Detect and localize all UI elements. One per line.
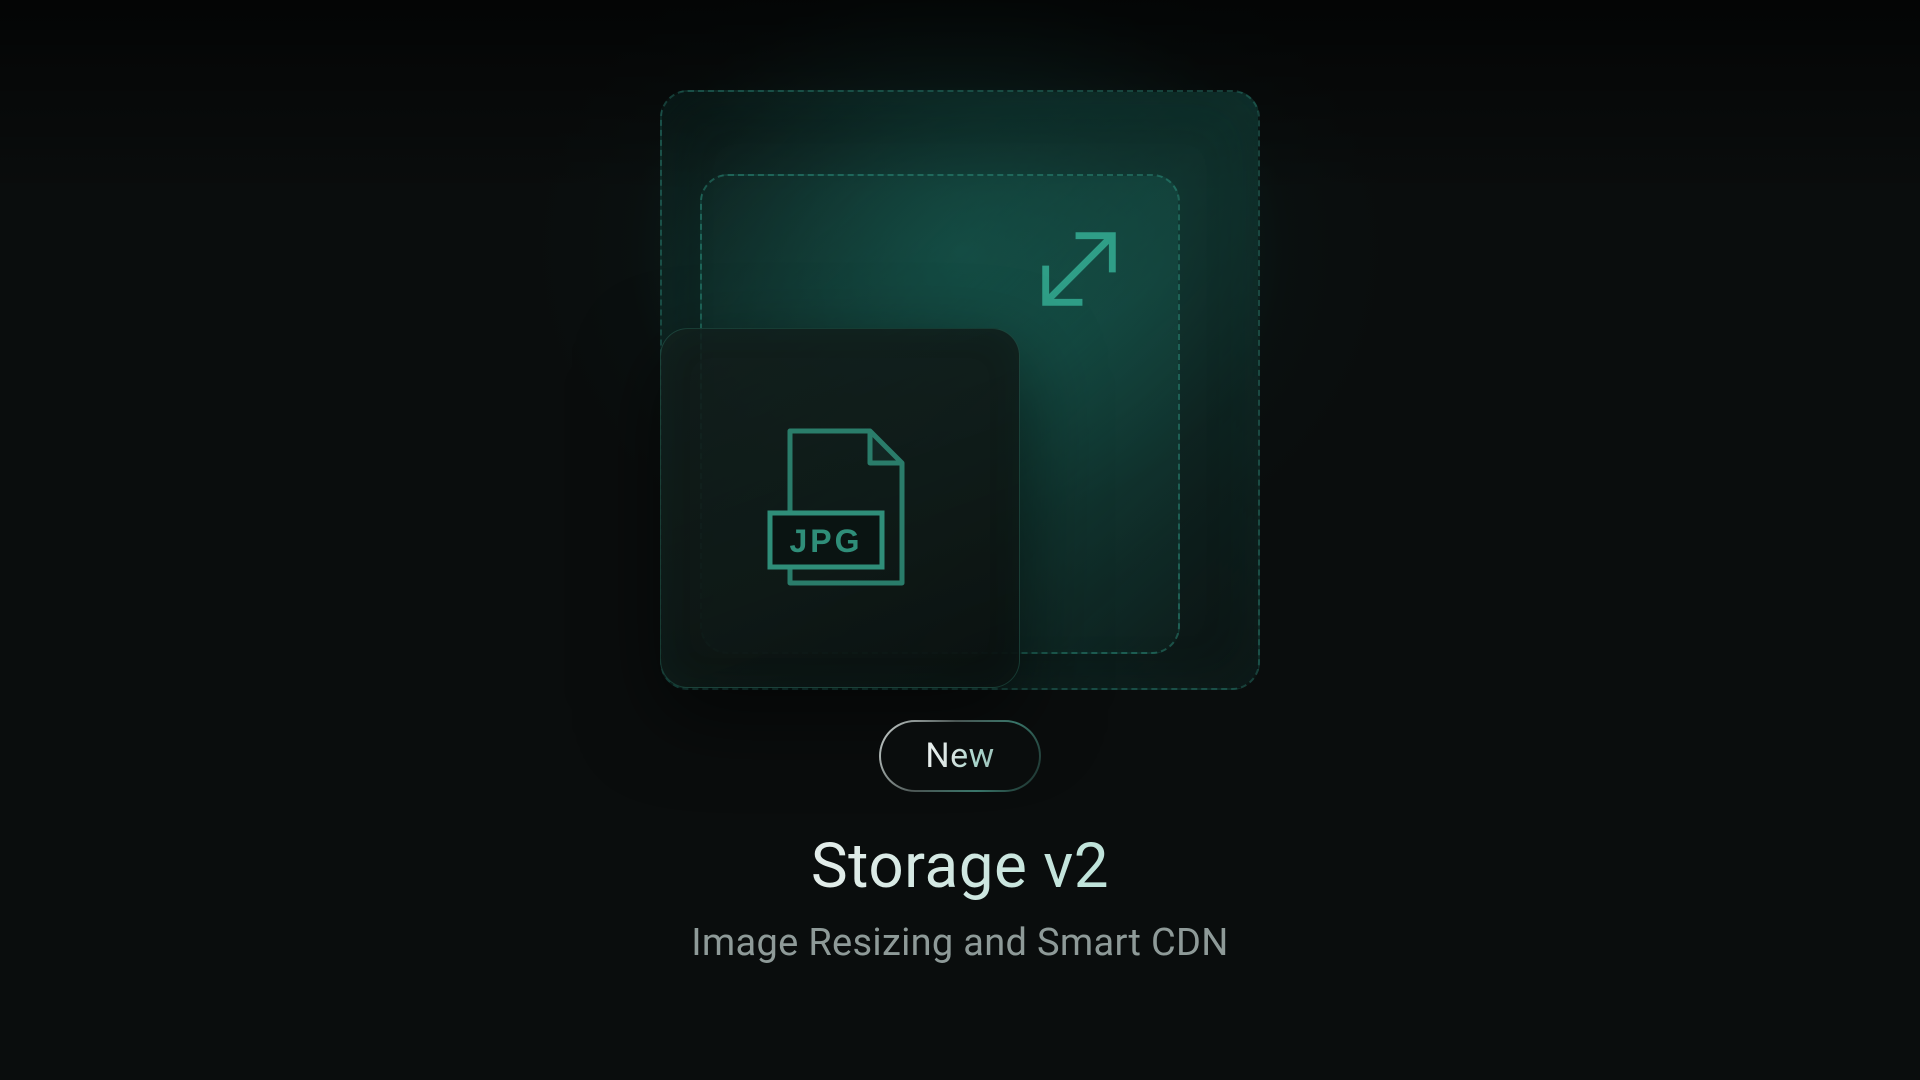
hero-text: New Storage v2 Image Resizing and Smart … xyxy=(510,720,1410,965)
file-type-label: JPG xyxy=(789,523,862,559)
image-card: JPG xyxy=(660,328,1020,688)
new-badge: New xyxy=(879,720,1040,792)
page-subtitle: Image Resizing and Smart CDN xyxy=(510,921,1410,965)
new-badge-label: New xyxy=(925,736,994,776)
jpg-file-icon: JPG xyxy=(760,423,920,593)
resize-arrow-icon xyxy=(1030,220,1128,318)
hero-graphic: JPG xyxy=(660,90,1260,710)
page-title: Storage v2 xyxy=(510,830,1410,903)
